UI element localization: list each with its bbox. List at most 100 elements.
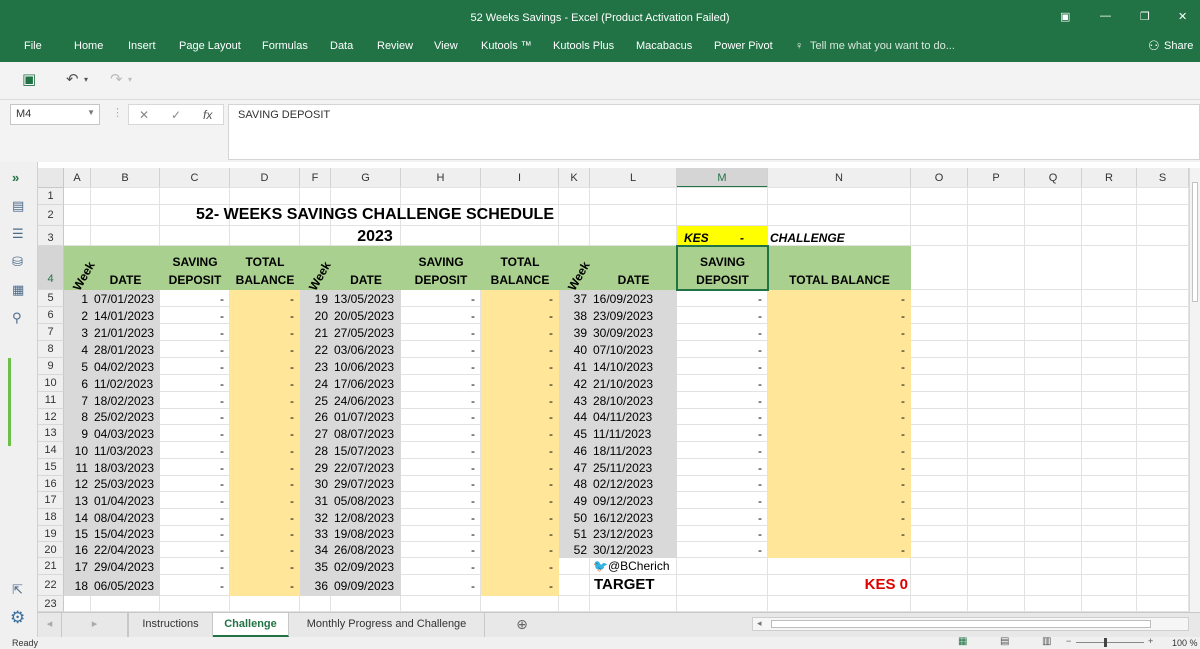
saving-deposit-value[interactable]: - [401,559,475,575]
tab-file[interactable]: File [24,40,42,52]
row-header-4[interactable]: 4 [38,246,64,290]
selected-cell-m4[interactable] [676,245,769,291]
sheet-tab-monthly-progress[interactable]: Monthly Progress and Challenge [289,613,485,637]
name-manager-icon[interactable]: ⛁ [12,254,23,270]
saving-deposit-value[interactable]: - [401,510,475,526]
saving-deposit-value[interactable]: - [677,308,762,324]
tab-home[interactable]: Home [74,40,103,52]
tab-data[interactable]: Data [330,40,353,52]
saving-deposit-value[interactable]: - [401,291,475,307]
row-header-11[interactable]: 11 [38,392,64,409]
saving-deposit-value[interactable]: - [677,542,762,558]
saving-deposit-value[interactable]: - [677,359,762,375]
column-header-q[interactable]: Q [1025,168,1082,188]
undo-icon[interactable]: ↶ [66,70,79,88]
row-header-5[interactable]: 5 [38,290,64,307]
row-header-18[interactable]: 18 [38,509,64,526]
vertical-scroll-thumb[interactable] [1192,182,1198,302]
column-header-i[interactable]: I [481,168,559,188]
zoom-slider-thumb[interactable] [1104,638,1107,647]
redo-icon[interactable]: ↷ [110,70,123,88]
column-header-h[interactable]: H [401,168,481,188]
saving-deposit-value[interactable]: - [401,359,475,375]
row-header-6[interactable]: 6 [38,307,64,324]
horizontal-scrollbar[interactable]: ◂ [752,617,1189,631]
row-header-17[interactable]: 17 [38,492,64,509]
zoom-slider-track[interactable] [1076,642,1144,643]
external-link-icon[interactable]: ⇱ [12,582,23,598]
saving-deposit-value[interactable]: - [401,476,475,492]
saving-deposit-value[interactable]: - [677,376,762,392]
scroll-left-icon[interactable]: ◂ [757,618,762,629]
column-header-s[interactable]: S [1137,168,1189,188]
saving-deposit-value[interactable]: - [401,578,475,594]
tell-me-box[interactable]: Tell me what you want to do... [810,40,955,52]
saving-deposit-value[interactable]: - [401,460,475,476]
tab-kutools-plus[interactable]: Kutools Plus [553,40,614,52]
saving-deposit-value[interactable]: - [677,476,762,492]
ribbon-display-icon[interactable]: ▣ [1060,10,1070,23]
row-header-10[interactable]: 10 [38,375,64,392]
saving-deposit-value[interactable]: - [401,409,475,425]
column-header-k[interactable]: K [559,168,590,188]
row-header-12[interactable]: 12 [38,409,64,425]
tab-insert[interactable]: Insert [128,40,156,52]
vertical-scrollbar[interactable] [1189,168,1200,612]
saving-deposit-value[interactable]: - [160,559,224,575]
cancel-icon[interactable]: ✕ [139,108,149,122]
column-header-c[interactable]: C [160,168,230,188]
horizontal-scroll-thumb[interactable] [771,620,1151,628]
saving-deposit-value[interactable]: - [677,393,762,409]
add-sheet-icon[interactable]: ⊕ [508,613,536,637]
row-header-16[interactable]: 16 [38,476,64,492]
row-header-23[interactable]: 23 [38,596,64,612]
sheet-tab-challenge[interactable]: Challenge [213,613,289,637]
saving-deposit-value[interactable]: - [160,308,224,324]
save-icon[interactable]: ▣ [22,70,36,88]
zoom-in-icon[interactable]: + [1148,636,1153,646]
row-header-8[interactable]: 8 [38,341,64,358]
saving-deposit-value[interactable]: - [677,510,762,526]
enter-icon[interactable]: ✓ [171,108,181,122]
find-replace-icon[interactable]: ⚲ [12,310,22,326]
saving-deposit-value[interactable]: - [160,542,224,558]
workbook-sheets-icon[interactable]: ▤ [12,198,24,214]
insert-function-icon[interactable]: fx [203,108,212,122]
saving-deposit-value[interactable]: - [401,526,475,542]
saving-deposit-value[interactable]: - [160,493,224,509]
autotext-icon[interactable]: ☰ [12,226,24,242]
saving-deposit-value[interactable]: - [160,393,224,409]
scroll-tabs-left-icon[interactable]: ◂ [38,613,62,637]
saving-deposit-value[interactable]: - [160,460,224,476]
row-header-2[interactable]: 2 [38,205,64,226]
restore-icon[interactable]: ❐ [1140,10,1150,23]
tab-formulas[interactable]: Formulas [262,40,308,52]
column-header-g[interactable]: G [331,168,401,188]
row-header-21[interactable]: 21 [38,558,64,575]
saving-deposit-value[interactable]: - [160,376,224,392]
tab-power-pivot[interactable]: Power Pivot [714,40,773,52]
column-header-n[interactable]: N [768,168,911,188]
column-header-o[interactable]: O [911,168,968,188]
zoom-out-icon[interactable]: − [1066,636,1071,646]
row-header-19[interactable]: 19 [38,526,64,542]
saving-deposit-value[interactable]: - [677,443,762,459]
column-header-f[interactable]: F [300,168,331,188]
close-icon[interactable]: ✕ [1178,10,1187,23]
select-all-corner[interactable] [38,168,64,188]
minimize-icon[interactable]: — [1100,10,1111,22]
saving-deposit-value[interactable]: - [677,460,762,476]
saving-deposit-value[interactable]: - [677,426,762,442]
saving-deposit-value[interactable]: - [160,526,224,542]
saving-deposit-value[interactable]: - [160,409,224,425]
column-header-l[interactable]: L [590,168,677,188]
row-header-1[interactable]: 1 [38,188,64,205]
scroll-tabs-right-icon[interactable]: ▸ [62,613,128,637]
expand-pane-icon[interactable]: » [12,170,19,185]
column-header-d[interactable]: D [230,168,300,188]
saving-deposit-value[interactable]: - [160,342,224,358]
tab-page-layout[interactable]: Page Layout [179,40,241,52]
saving-deposit-value[interactable]: - [160,291,224,307]
column-header-b[interactable]: B [91,168,160,188]
saving-deposit-value[interactable]: - [160,359,224,375]
